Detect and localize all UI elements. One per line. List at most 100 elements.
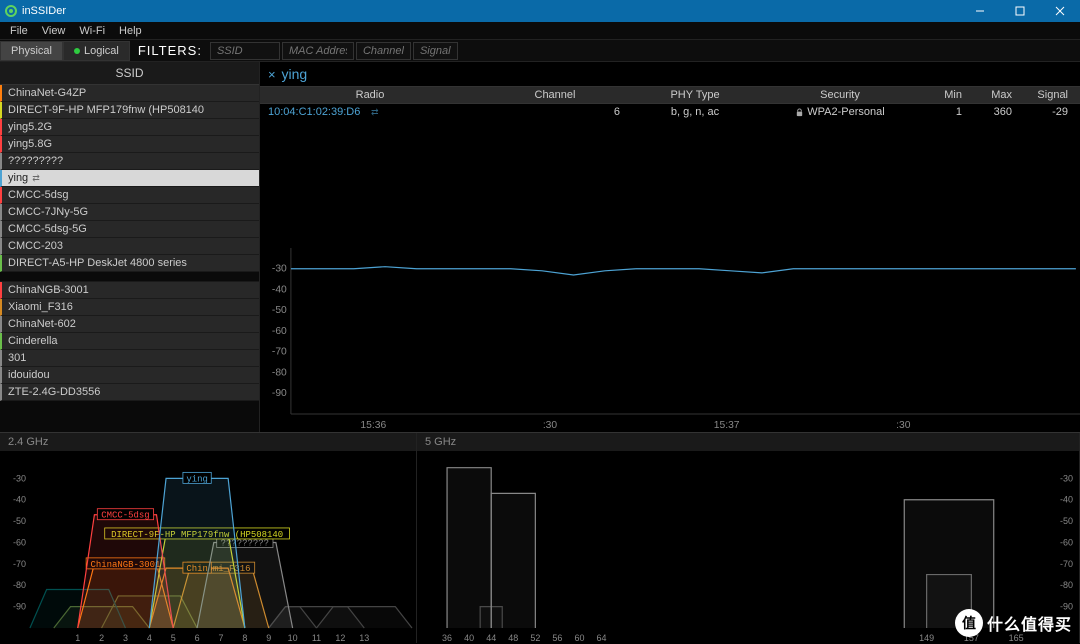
svg-text:-80: -80 xyxy=(272,368,287,379)
ssid-item[interactable]: ChinaNGB-3001 xyxy=(0,282,259,299)
svg-text:-50: -50 xyxy=(13,516,26,526)
svg-text:8: 8 xyxy=(242,633,247,643)
svg-text:-60: -60 xyxy=(1060,537,1073,547)
svg-text:40: 40 xyxy=(464,633,474,643)
cell-channel: 6 xyxy=(480,106,630,118)
svg-text:1: 1 xyxy=(75,633,80,643)
ssid-item[interactable]: ChinaNet-602 xyxy=(0,316,259,333)
watermark: 值 什么值得买 xyxy=(955,609,1072,637)
filter-channel-input[interactable] xyxy=(356,42,411,60)
svg-text:-80: -80 xyxy=(13,580,26,590)
col-phy[interactable]: PHY Type xyxy=(630,89,760,101)
svg-text:-70: -70 xyxy=(13,559,26,569)
detail-pane: × ying Radio Channel PHY Type Security M… xyxy=(260,62,1080,432)
lock-icon xyxy=(795,108,804,117)
cell-min: 1 xyxy=(920,106,970,118)
svg-text:60: 60 xyxy=(574,633,584,643)
close-button[interactable] xyxy=(1040,0,1080,22)
band-5-header: 5 GHz xyxy=(417,433,1079,451)
ssid-item[interactable]: ZTE-2.4G-DD3556 xyxy=(0,384,259,401)
ssid-item[interactable]: ying5.8G xyxy=(0,136,259,153)
menu-view[interactable]: View xyxy=(36,24,72,38)
filter-mac-input[interactable] xyxy=(282,42,354,60)
menu-file[interactable]: File xyxy=(4,24,34,38)
svg-text:-30: -30 xyxy=(272,264,287,275)
svg-text:-40: -40 xyxy=(1060,495,1073,505)
cell-signal: -29 xyxy=(1020,106,1080,118)
maximize-button[interactable] xyxy=(1000,0,1040,22)
ssid-list: ChinaNet-G4ZPDIRECT-9F-HP MFP179fnw (HP5… xyxy=(0,85,259,401)
svg-text:CMCC-5dsg: CMCC-5dsg xyxy=(101,511,149,521)
toolbar: Physical Logical FILTERS: xyxy=(0,40,1080,62)
svg-text:-60: -60 xyxy=(272,326,287,337)
detail-column-header: Radio Channel PHY Type Security Min Max … xyxy=(260,86,1080,104)
tab-logical[interactable]: Logical xyxy=(63,41,130,61)
ssid-item[interactable]: CMCC-5dsg xyxy=(0,187,259,204)
tab-physical[interactable]: Physical xyxy=(0,41,63,61)
svg-text:11: 11 xyxy=(312,633,321,643)
svg-text:2: 2 xyxy=(99,633,104,643)
cell-phy: b, g, n, ac xyxy=(630,106,760,118)
minimize-button[interactable] xyxy=(960,0,1000,22)
filter-signal-input[interactable] xyxy=(413,42,458,60)
ssid-header[interactable]: SSID xyxy=(0,62,259,85)
ssid-item[interactable]: 301 xyxy=(0,350,259,367)
svg-text:52: 52 xyxy=(530,633,540,643)
ssid-spacer xyxy=(0,272,259,282)
ssid-item[interactable]: ying5.2G xyxy=(0,119,259,136)
svg-text:-30: -30 xyxy=(1060,473,1073,483)
svg-text:44: 44 xyxy=(486,633,496,643)
window-title: inSSIDer xyxy=(22,5,960,17)
filter-ssid-input[interactable] xyxy=(210,42,280,60)
ssid-item[interactable]: DIRECT-A5-HP DeskJet 4800 series xyxy=(0,255,259,272)
ssid-item[interactable]: DIRECT-9F-HP MFP179fnw (HP508140 xyxy=(0,102,259,119)
link-icon: ⇄ xyxy=(32,173,40,184)
svg-text:48: 48 xyxy=(508,633,518,643)
col-radio[interactable]: Radio xyxy=(260,89,480,101)
ssid-item[interactable]: Xiaomi_F316 xyxy=(0,299,259,316)
spectrum-panel: 2.4 GHz -30-40-50-60-70-80-9012345678910… xyxy=(0,432,1080,643)
menu-wifi[interactable]: Wi-Fi xyxy=(73,24,111,38)
col-channel[interactable]: Channel xyxy=(480,89,630,101)
ssid-item[interactable]: CMCC-5dsg-5G xyxy=(0,221,259,238)
ssid-item[interactable]: ????????? xyxy=(0,153,259,170)
svg-text:64: 64 xyxy=(597,633,607,643)
menu-help[interactable]: Help xyxy=(113,24,148,38)
svg-text:12: 12 xyxy=(335,633,345,643)
svg-text:15:36: 15:36 xyxy=(360,420,386,431)
svg-text:-50: -50 xyxy=(272,305,287,316)
col-max[interactable]: Max xyxy=(970,89,1020,101)
svg-text:-90: -90 xyxy=(272,388,287,399)
watermark-icon: 值 xyxy=(955,609,983,637)
svg-text:36: 36 xyxy=(442,633,452,643)
detail-row[interactable]: 10:04:C1:02:39:D6 ⇄ 6 b, g, n, ac WPA2-P… xyxy=(260,104,1080,120)
window-titlebar: inSSIDer xyxy=(0,0,1080,22)
svg-text:-80: -80 xyxy=(1060,580,1073,590)
svg-text:149: 149 xyxy=(919,633,934,643)
ssid-item[interactable]: CMCC-203 xyxy=(0,238,259,255)
svg-text::30: :30 xyxy=(543,420,558,431)
col-security[interactable]: Security xyxy=(760,89,920,101)
svg-text:6: 6 xyxy=(195,633,200,643)
svg-text:-50: -50 xyxy=(1060,516,1073,526)
ssid-item[interactable]: ChinaNet-G4ZP xyxy=(0,85,259,102)
svg-text:-70: -70 xyxy=(1060,559,1073,569)
svg-text:-40: -40 xyxy=(13,495,26,505)
svg-text:7: 7 xyxy=(218,633,223,643)
band-24-header: 2.4 GHz xyxy=(0,433,416,451)
detail-close-icon[interactable]: × xyxy=(268,67,276,82)
svg-text:-90: -90 xyxy=(13,602,26,612)
detail-title: × ying xyxy=(260,62,1080,86)
band-24ghz: 2.4 GHz -30-40-50-60-70-80-9012345678910… xyxy=(0,433,417,643)
col-signal[interactable]: Signal xyxy=(1020,89,1080,101)
svg-text:56: 56 xyxy=(552,633,562,643)
ssid-item[interactable]: Cinderella xyxy=(0,333,259,350)
ssid-item[interactable]: ying⇄ xyxy=(0,170,259,187)
ssid-item[interactable]: CMCC-7JNy-5G xyxy=(0,204,259,221)
svg-text:ying: ying xyxy=(186,474,208,484)
svg-text:9: 9 xyxy=(266,633,271,643)
svg-text:3: 3 xyxy=(123,633,128,643)
app-icon xyxy=(4,4,18,18)
ssid-item[interactable]: idouidou xyxy=(0,367,259,384)
col-min[interactable]: Min xyxy=(920,89,970,101)
